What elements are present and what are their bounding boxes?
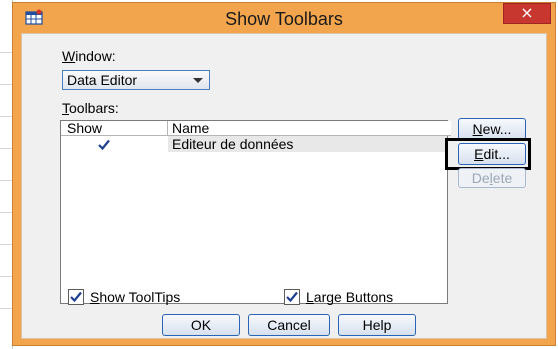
checkmark-icon <box>70 291 82 303</box>
toolbars-list[interactable]: Show Name Editeur de données <box>60 120 451 304</box>
toolbars-label: Toolbars: <box>62 100 119 116</box>
checkmark-icon[interactable] <box>98 138 110 151</box>
chevron-down-icon <box>193 78 203 83</box>
window-select[interactable]: Data Editor <box>62 70 210 90</box>
ok-button[interactable]: OK <box>162 314 240 336</box>
show-tooltips-checkbox[interactable] <box>68 289 84 305</box>
delete-button[interactable]: Delete <box>458 168 526 188</box>
list-item[interactable]: Editeur de données <box>61 136 447 152</box>
checkmark-icon <box>286 291 298 303</box>
large-buttons-checkbox[interactable] <box>284 289 300 305</box>
large-buttons-label[interactable]: Large Buttons <box>306 289 393 305</box>
show-tooltips-label[interactable]: Show ToolTips <box>90 289 180 305</box>
column-header-name[interactable]: Name <box>168 121 451 136</box>
edit-button[interactable]: Edit... <box>458 143 526 165</box>
show-toolbars-dialog: Show Toolbars × Window: Data Editor Tool… <box>12 2 556 346</box>
list-item-name: Editeur de données <box>168 136 447 152</box>
window-select-value: Data Editor <box>67 72 138 88</box>
dialog-client-area: Window: Data Editor Toolbars: Show Name … <box>21 33 547 339</box>
help-button[interactable]: Help <box>338 314 416 336</box>
window-label: Window: <box>62 48 116 64</box>
dialog-title: Show Toolbars <box>225 9 343 29</box>
close-icon: × <box>520 3 534 22</box>
column-header-show[interactable]: Show <box>61 121 168 136</box>
close-button[interactable]: × <box>503 3 551 24</box>
cancel-button[interactable]: Cancel <box>248 314 330 336</box>
new-button[interactable]: New... <box>458 118 526 140</box>
title-bar: Show Toolbars × <box>13 3 555 33</box>
